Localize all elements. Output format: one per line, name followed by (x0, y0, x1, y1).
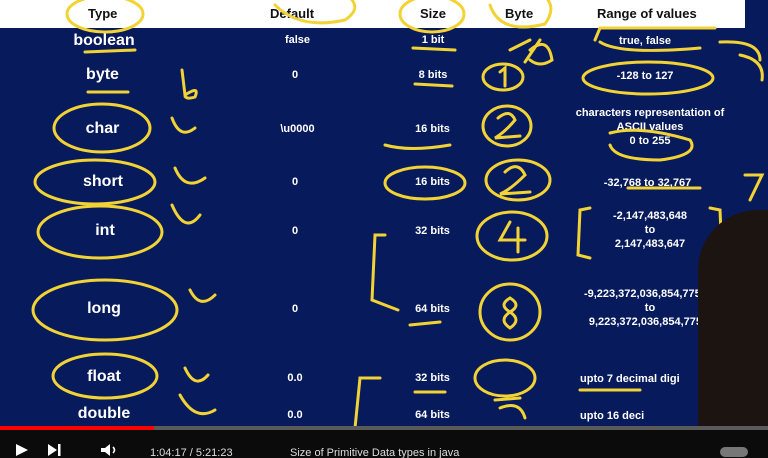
range-byte: -128 to 127 (616, 70, 674, 82)
range-int-line-3: 2,147,483,647 (614, 238, 686, 250)
size-long: 64 bits (415, 303, 450, 315)
range-int-line-2: to (644, 224, 656, 236)
size-boolean: 1 bit (421, 34, 445, 46)
default-byte: 0 (291, 69, 299, 81)
header-size: Size (420, 6, 447, 21)
default-short: 0 (291, 176, 299, 188)
size-char: 16 bits (415, 123, 450, 135)
range-float: upto 7 decimal digi (580, 373, 680, 385)
type-boolean: boolean (73, 32, 135, 49)
header-default: Default (270, 6, 315, 21)
size-float: 32 bits (415, 372, 450, 384)
type-byte: byte (86, 66, 119, 83)
presenter-silhouette (698, 210, 768, 430)
range-short: -32,768 to 32,767 (603, 177, 692, 189)
type-double: double (77, 405, 131, 422)
range-char-line-1: characters representation of (575, 107, 725, 119)
default-float: 0.0 (287, 372, 303, 384)
range-int: -2,147,483,648 to 2,147,483,647 (590, 209, 710, 251)
range-int-line-1: -2,147,483,648 (612, 210, 687, 222)
chapter-title: Size of Primitive Data types in java (290, 447, 460, 458)
type-int: int (95, 222, 115, 239)
type-char: char (85, 120, 120, 137)
type-long: long (87, 300, 121, 317)
size-short: 16 bits (415, 176, 450, 188)
play-icon[interactable] (14, 443, 30, 458)
video-frame[interactable]: Type Default Size Byte Range of values b… (0, 0, 768, 458)
header-byte: Byte (505, 6, 534, 21)
default-int: 0 (291, 225, 299, 237)
range-boolean: true, false (619, 35, 671, 47)
header-type: Type (88, 6, 118, 21)
range-double: upto 16 deci (580, 410, 645, 422)
range-char: characters representation of ASCII value… (555, 106, 745, 148)
next-icon[interactable] (46, 443, 62, 458)
size-int: 32 bits (415, 225, 450, 237)
range-char-line-3: 0 to 255 (629, 135, 671, 147)
header-range: Range of values (597, 6, 697, 21)
range-char-line-2: ASCII values (616, 121, 684, 133)
size-double: 64 bits (415, 409, 450, 421)
table-header: Type Default Size Byte Range of values (0, 0, 745, 28)
slide: Type Default Size Byte Range of values b… (0, 0, 768, 430)
default-char: \u0000 (280, 123, 315, 135)
autoplay-toggle[interactable] (720, 447, 748, 457)
time-display: 1:04:17 / 5:21:23 (150, 447, 233, 458)
size-byte: 8 bits (418, 69, 448, 81)
type-short: short (83, 173, 123, 190)
default-long: 0 (291, 303, 299, 315)
default-double: 0.0 (287, 409, 303, 421)
type-float: float (87, 368, 121, 385)
volume-icon[interactable] (100, 443, 120, 458)
default-boolean: false (284, 34, 311, 46)
